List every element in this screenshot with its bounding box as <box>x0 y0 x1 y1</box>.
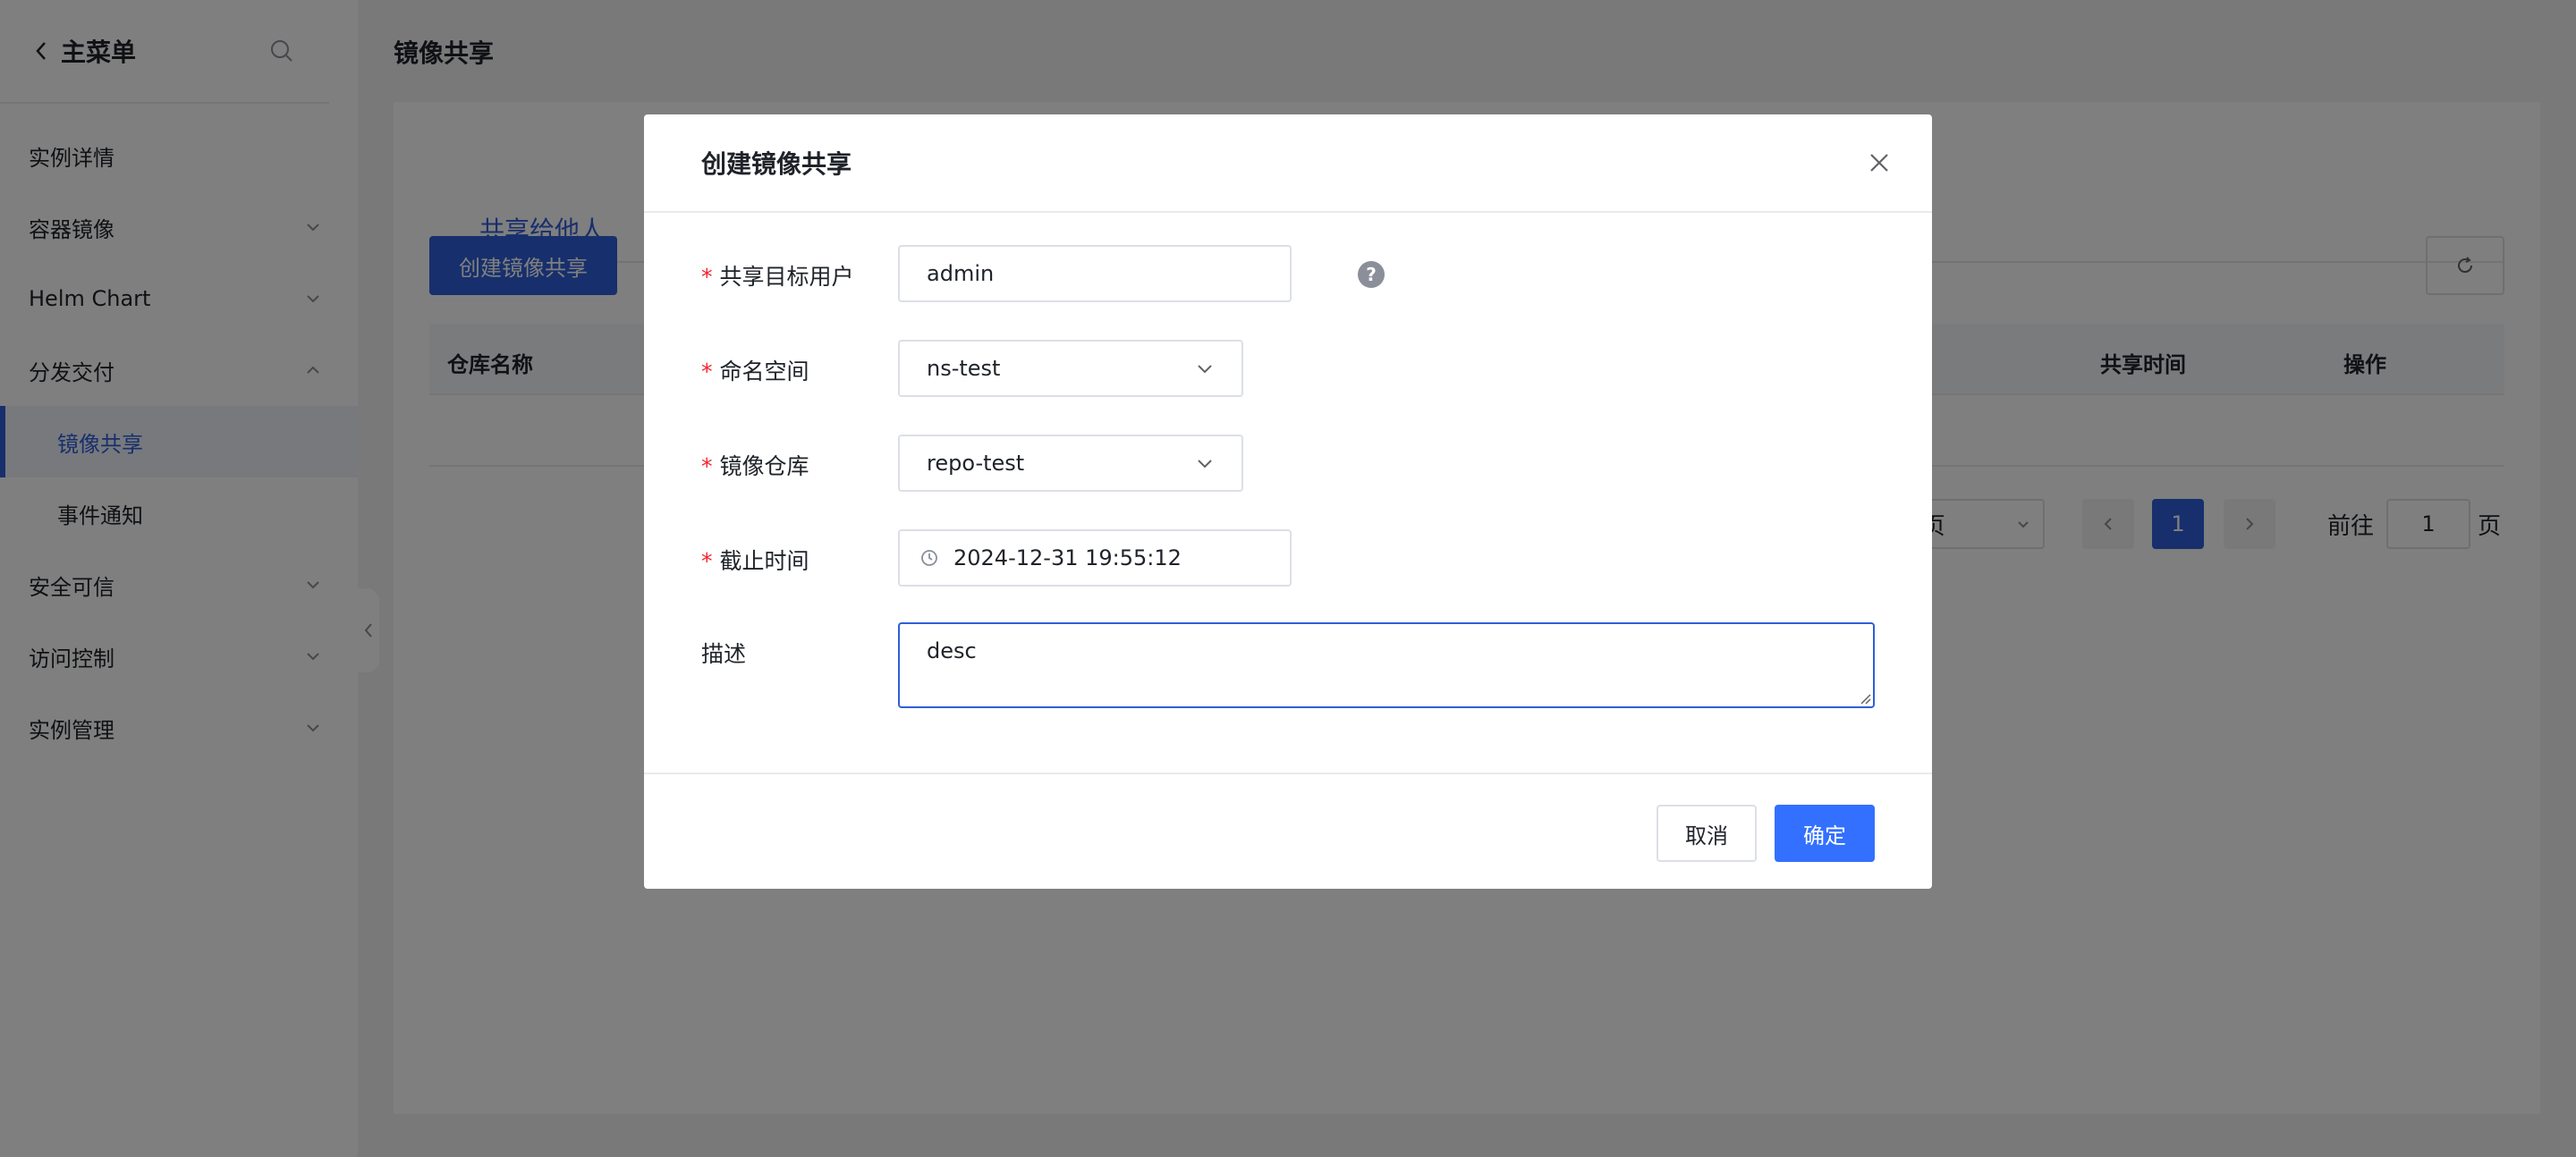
field-label-text: 共享目标用户 <box>719 264 854 290</box>
chevron-down-icon <box>1198 365 1212 374</box>
form-row-description: 描述 desc <box>701 622 1900 708</box>
field-label-repository: * 镜像仓库 <box>701 449 809 481</box>
field-label-description: 描述 <box>701 641 747 667</box>
cancel-button[interactable]: 取消 <box>1657 805 1757 862</box>
deadline-datetime-picker[interactable]: 2024-12-31 19:55:12 <box>898 529 1292 587</box>
required-mark: * <box>701 453 713 479</box>
form-row-repository: * 镜像仓库 repo-test <box>701 435 1900 492</box>
required-mark: * <box>701 548 713 574</box>
deadline-value: 2024-12-31 19:55:12 <box>953 545 1182 570</box>
target-user-input[interactable]: admin <box>898 245 1292 302</box>
dialog-header: 创建镜像共享 <box>644 114 1932 213</box>
description-value: desc <box>927 638 977 663</box>
clock-icon <box>921 550 937 566</box>
resize-handle-icon[interactable] <box>1857 690 1871 705</box>
form-row-namespace: * 命名空间 ns-test <box>701 340 1900 397</box>
field-label-text: 命名空间 <box>719 359 809 384</box>
create-share-dialog: 创建镜像共享 * 共享目标用户 admin ? * 命名空间 ns-test * 镜像… <box>644 114 1932 889</box>
help-icon[interactable]: ? <box>1358 261 1385 288</box>
required-mark: * <box>701 359 713 384</box>
field-label-deadline: * 截止时间 <box>701 544 809 576</box>
field-label-namespace: * 命名空间 <box>701 354 809 386</box>
repository-select[interactable]: repo-test <box>898 435 1243 492</box>
repository-value: repo-test <box>927 451 1025 476</box>
form-row-deadline: * 截止时间 2024-12-31 19:55:12 <box>701 529 1900 587</box>
required-mark: * <box>701 264 713 290</box>
field-label-text: 镜像仓库 <box>719 453 809 479</box>
form-row-target-user: * 共享目标用户 admin ? <box>701 245 1900 302</box>
dialog-title: 创建镜像共享 <box>701 149 852 179</box>
field-label-target-user: * 共享目标用户 <box>701 259 854 291</box>
field-label-text: 截止时间 <box>719 548 809 574</box>
confirm-button[interactable]: 确定 <box>1775 805 1875 862</box>
chevron-down-icon <box>1198 460 1212 469</box>
dialog-footer: 取消 确定 <box>644 773 1932 889</box>
namespace-select[interactable]: ns-test <box>898 340 1243 397</box>
target-user-value: admin <box>927 261 995 286</box>
close-icon[interactable] <box>1866 149 1893 176</box>
description-textarea[interactable]: desc <box>898 622 1875 708</box>
namespace-value: ns-test <box>927 356 1001 381</box>
